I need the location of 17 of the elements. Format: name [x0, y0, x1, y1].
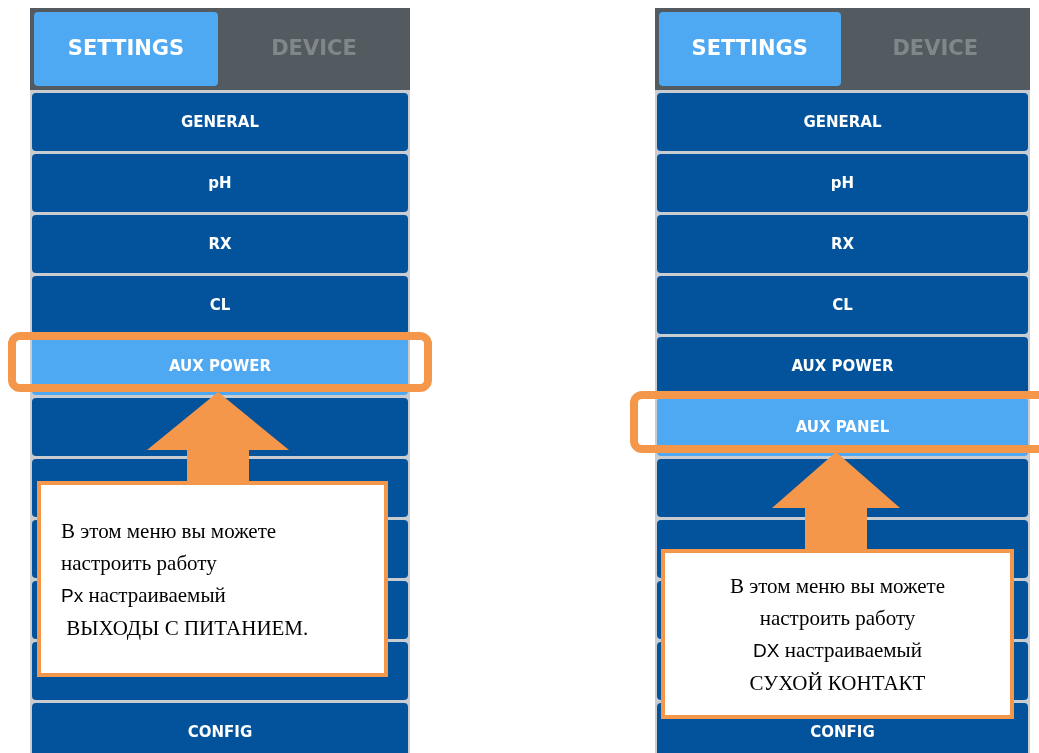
menu-item[interactable]: CL: [32, 276, 408, 334]
callout-text: Px настраиваемый: [61, 581, 226, 609]
menu-item[interactable]: RX: [32, 215, 408, 273]
callout-text: ВЫХОДЫ С ПИТАНИЕМ.: [65, 614, 309, 642]
menu-item[interactable]: CL: [657, 276, 1028, 334]
menu-item[interactable]: GENERAL: [32, 93, 408, 151]
menu-item[interactable]: pH: [32, 154, 408, 212]
callout-text: В этом меню вы можете: [61, 517, 277, 545]
callout-text: СУХОЙ КОНТАКТ: [749, 669, 926, 697]
callout-text: В этом меню вы можете: [729, 572, 946, 600]
callout-text: DX настраиваемый: [753, 636, 922, 664]
callout-text: настроить работу: [61, 549, 217, 577]
menu-item[interactable]: GENERAL: [657, 93, 1028, 151]
menu-item[interactable]: RX: [657, 215, 1028, 273]
menu-item[interactable]: CONFIG: [32, 703, 408, 753]
callout-text: настроить работу: [759, 604, 916, 632]
menu-item[interactable]: pH: [657, 154, 1028, 212]
